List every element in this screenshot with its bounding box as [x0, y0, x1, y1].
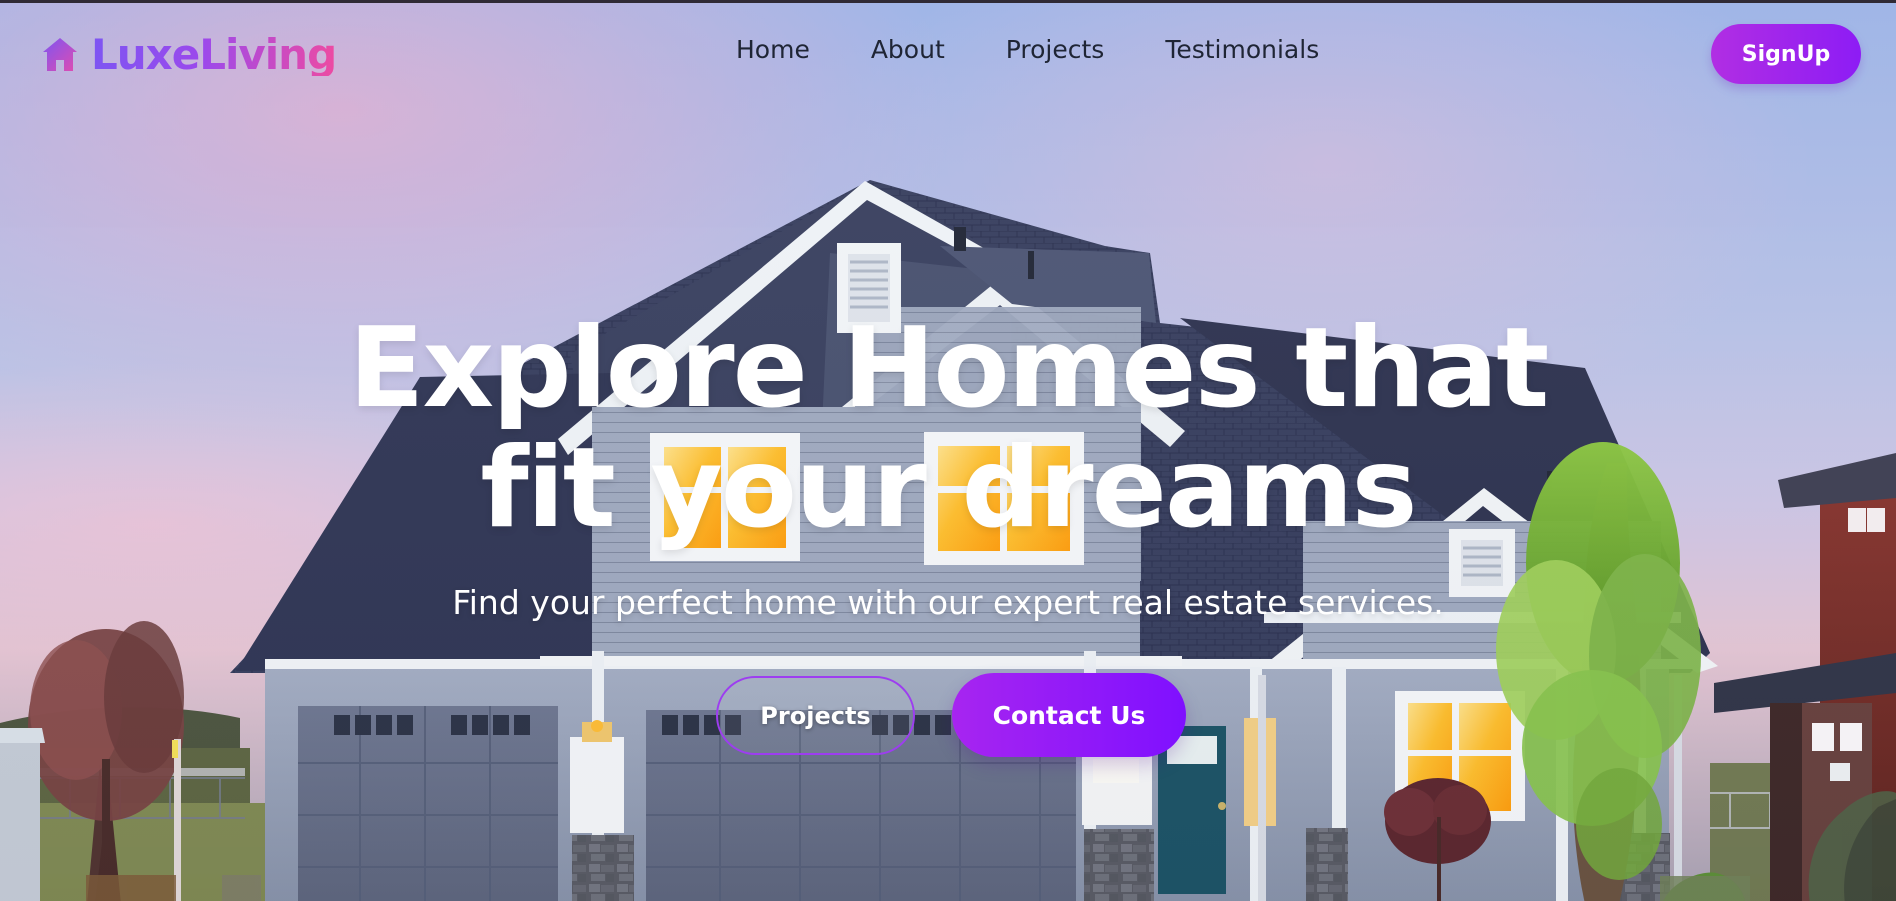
hero-title-line-2: fit your dreams [480, 424, 1417, 553]
nav-home-link[interactable]: Home [736, 37, 810, 62]
brand-name: LuxeLiving [91, 30, 337, 79]
projects-button[interactable]: Projects [716, 676, 915, 755]
contact-us-button[interactable]: Contact Us [952, 673, 1186, 757]
nav-projects-link[interactable]: Projects [1006, 37, 1105, 62]
brand-logo-link[interactable]: LuxeLiving [39, 28, 337, 82]
hero-title: Explore Homes that fit your dreams [300, 309, 1596, 549]
signup-button[interactable]: SignUp [1711, 24, 1861, 84]
house-icon [43, 38, 77, 71]
hero-subtitle: Find your perfect home with our expert r… [452, 583, 1444, 622]
hero-section: Explore Homes that fit your dreams Find … [0, 3, 1896, 901]
main-navigation: Home About Projects Testimonials [736, 37, 1319, 62]
nav-testimonials-link[interactable]: Testimonials [1165, 37, 1319, 62]
hero-title-line-1: Explore Homes that [348, 304, 1550, 433]
hero-actions: Projects Contact Us [716, 673, 1186, 759]
landing-page: LuxeLiving Home About Projects Testimoni… [0, 0, 1896, 901]
top-navbar: LuxeLiving Home About Projects Testimoni… [0, 3, 1896, 105]
nav-about-link[interactable]: About [871, 37, 945, 62]
